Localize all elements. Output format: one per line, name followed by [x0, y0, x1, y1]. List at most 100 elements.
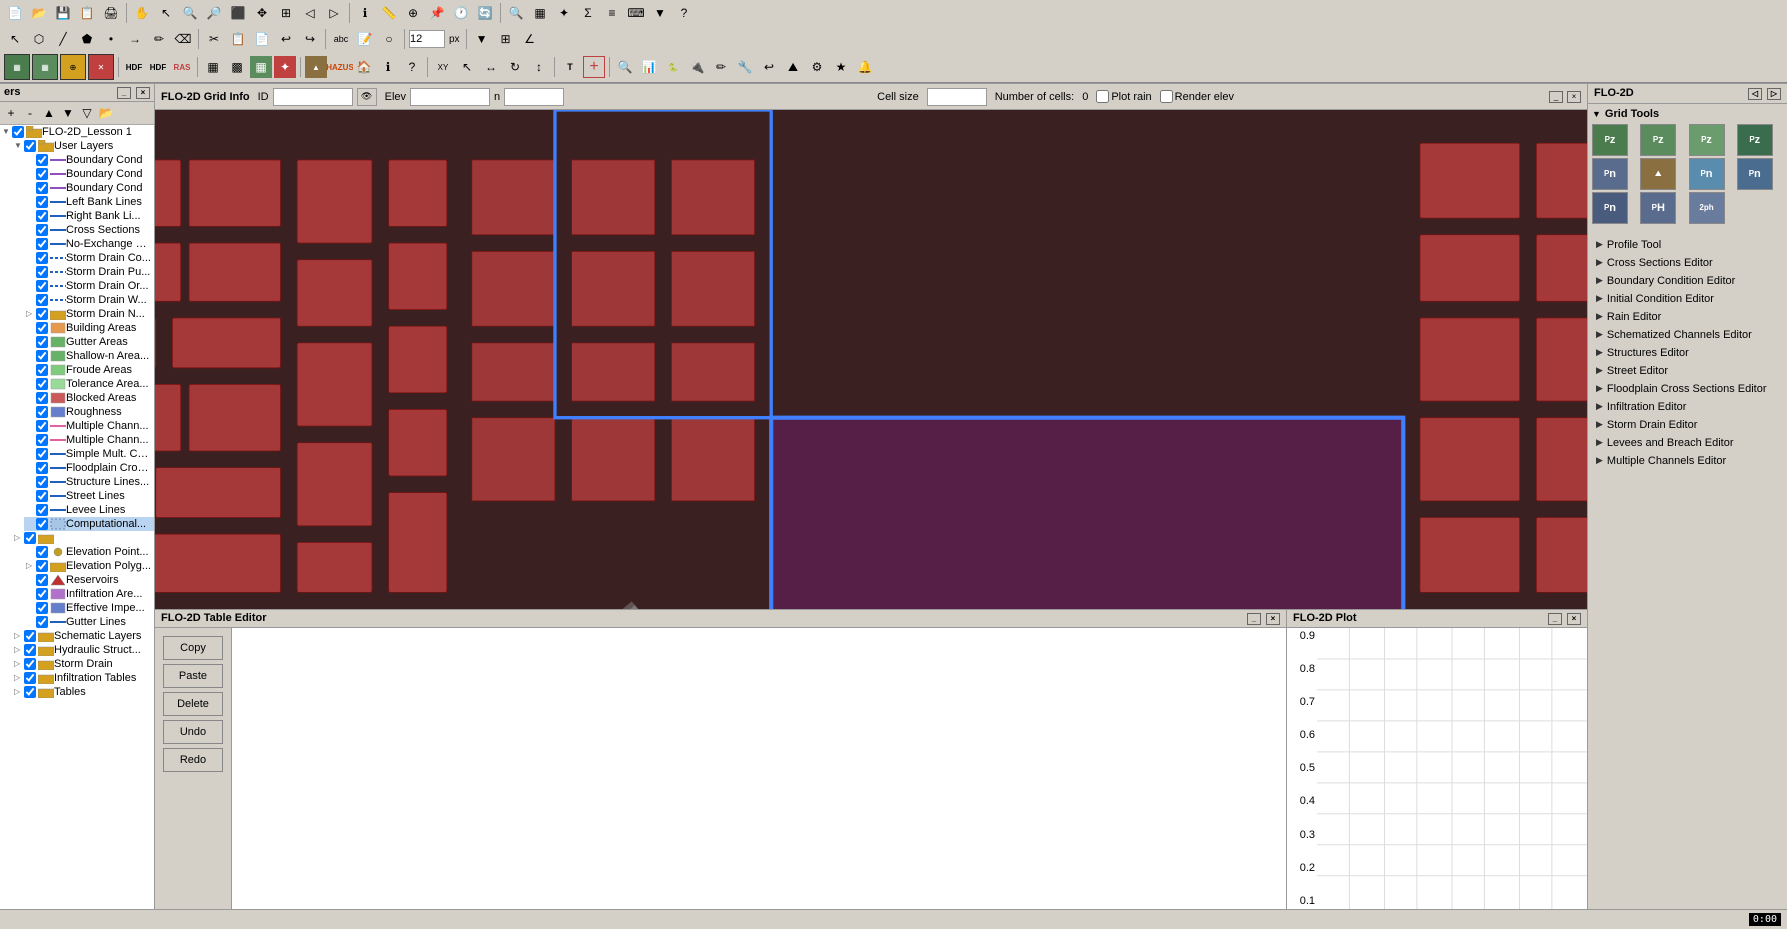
sd-we-checkbox[interactable]	[36, 294, 48, 306]
schematic-checkbox[interactable]	[24, 630, 36, 642]
editor-cross-sections[interactable]: ▶ Cross Sections Editor	[1588, 254, 1787, 272]
layers-open-btn[interactable]: 📂	[97, 104, 115, 122]
refresh-btn[interactable]: 🔄	[474, 2, 496, 24]
noexchange-checkbox[interactable]	[36, 238, 48, 250]
editor-initial[interactable]: ▶ Initial Condition Editor	[1588, 290, 1787, 308]
zoom-all-btn[interactable]: ⊞	[275, 2, 297, 24]
clock-btn[interactable]: 🕐	[450, 2, 472, 24]
copy-btn[interactable]: Copy	[163, 636, 223, 660]
plot-rain-checkbox[interactable]	[1096, 90, 1109, 103]
hand-btn[interactable]: ✋	[131, 2, 153, 24]
blocked-checkbox[interactable]	[36, 392, 48, 404]
select3-btn[interactable]: ↖	[456, 56, 478, 78]
building-checkbox[interactable]	[36, 322, 48, 334]
cell-size-input[interactable]	[927, 88, 987, 106]
ras-btn[interactable]: RAS	[171, 56, 193, 78]
levee-checkbox[interactable]	[36, 504, 48, 516]
scale-btn[interactable]: ↕	[528, 56, 550, 78]
redo-btn[interactable]: ↪	[299, 28, 321, 50]
editor-rain[interactable]: ▶ Rain Editor	[1588, 308, 1787, 326]
hdf-btn2[interactable]: HDF	[147, 56, 169, 78]
root-checkbox[interactable]	[12, 126, 24, 138]
font-size-input[interactable]: 12	[409, 30, 445, 48]
save-btn[interactable]: 💾	[52, 2, 74, 24]
layer-mc2[interactable]: ▷ Multiple Chann...	[24, 433, 154, 447]
grid-tool-btn[interactable]: ▦	[202, 56, 224, 78]
editor-multichannels[interactable]: ▶ Multiple Channels Editor	[1588, 452, 1787, 470]
root-expand[interactable]: ▼	[2, 127, 12, 136]
id-input[interactable]	[273, 88, 353, 106]
elev-input[interactable]	[410, 88, 490, 106]
layer-noexchange[interactable]: ▷ No-Exchange C...	[24, 237, 154, 251]
paste2-btn[interactable]: 📄	[251, 28, 273, 50]
stormdrain-expand[interactable]: ▷	[14, 659, 24, 668]
coord-btn[interactable]: XY	[432, 56, 454, 78]
grid-tool-pnsmall[interactable]: Pn	[1592, 192, 1628, 224]
annotate-btn[interactable]: 📝	[354, 28, 376, 50]
layer-boundary1[interactable]: ▷ Boundary Cond	[24, 153, 154, 167]
layer-rightbank[interactable]: ▷ Right Bank Li...	[24, 209, 154, 223]
layer-cross[interactable]: ▷ Cross Sections	[24, 223, 154, 237]
grid-tool-pz1[interactable]: Pz	[1592, 124, 1628, 156]
editor-schematized[interactable]: ▶ Schematized Channels Editor	[1588, 326, 1787, 344]
inftables-checkbox[interactable]	[24, 672, 36, 684]
layer-group2[interactable]: ▷	[12, 531, 154, 545]
grid-tool-pz4[interactable]: Pz	[1737, 124, 1773, 156]
circle-btn[interactable]: ○	[378, 28, 400, 50]
chart-btn[interactable]: 📊	[638, 56, 660, 78]
layers-remove-btn[interactable]: -	[21, 104, 39, 122]
text-btn[interactable]: T	[559, 56, 581, 78]
topo-btn[interactable]: ▲	[305, 56, 327, 78]
layers-down-btn[interactable]: ▼	[59, 104, 77, 122]
boundary1-checkbox[interactable]	[36, 154, 48, 166]
mc1-checkbox[interactable]	[36, 420, 48, 432]
vertex-btn[interactable]: ⬡	[28, 28, 50, 50]
mc2-checkbox[interactable]	[36, 434, 48, 446]
star2-btn[interactable]: ★	[830, 56, 852, 78]
editor-floodplain-cross[interactable]: ▶ Floodplain Cross Sections Editor	[1588, 380, 1787, 398]
grid-tool-pn3[interactable]: Pn	[1737, 158, 1773, 190]
grid-btn[interactable]: ▦	[529, 2, 551, 24]
effimpe-checkbox[interactable]	[36, 602, 48, 614]
grid-tool4-btn[interactable]: ✦	[274, 56, 296, 78]
street-checkbox[interactable]	[36, 490, 48, 502]
abc-btn[interactable]: abc	[330, 28, 352, 50]
zoom-out-btn[interactable]: 🔎	[203, 2, 225, 24]
computational-checkbox[interactable]	[36, 518, 48, 530]
layer-floodplain[interactable]: ▷ Floodplain Cros...	[24, 461, 154, 475]
elevpoint-checkbox[interactable]	[36, 546, 48, 558]
zoom-prev-btn[interactable]: ◁	[299, 2, 321, 24]
rightbank-checkbox[interactable]	[36, 210, 48, 222]
cut-btn[interactable]: ✂	[203, 28, 225, 50]
cross-checkbox[interactable]	[36, 224, 48, 236]
editor-infiltration[interactable]: ▶ Infiltration Editor	[1588, 398, 1787, 416]
leftbank-checkbox[interactable]	[36, 196, 48, 208]
paste-btn[interactable]: Paste	[163, 664, 223, 688]
undo-btn[interactable]: ↩	[275, 28, 297, 50]
layer-infiltration[interactable]: ▷ Infiltration Are...	[24, 587, 154, 601]
layers-up-btn[interactable]: ▲	[40, 104, 58, 122]
layer-sd-we[interactable]: ▷ Storm Drain W...	[24, 293, 154, 307]
layers-add-btn[interactable]: +	[2, 104, 20, 122]
layer-sd-pu[interactable]: ▷ Storm Drain Pu...	[24, 265, 154, 279]
user-expand[interactable]: ▼	[14, 141, 24, 150]
grid-tool-pn1[interactable]: Pn	[1592, 158, 1628, 190]
hydraulic-checkbox[interactable]	[24, 644, 36, 656]
move2-btn[interactable]: ↔	[480, 56, 502, 78]
boundary2-checkbox[interactable]	[36, 168, 48, 180]
editor-structures[interactable]: ▶ Structures Editor	[1588, 344, 1787, 362]
house-btn[interactable]: 🏠	[353, 56, 375, 78]
point-btn[interactable]: •	[100, 28, 122, 50]
grid-tool2-btn[interactable]: ▩	[226, 56, 248, 78]
layer-reservoirs[interactable]: ▷ Reservoirs	[24, 573, 154, 587]
dropdown-btn[interactable]: ▼	[649, 2, 671, 24]
render-elev-label[interactable]: Render elev	[1160, 90, 1234, 103]
id-eye-btn[interactable]: 👁	[357, 88, 377, 106]
grid-tool-2ph[interactable]: 2ph	[1689, 192, 1725, 224]
plug-btn[interactable]: 🔌	[686, 56, 708, 78]
zoom-box-btn[interactable]: ⬛	[227, 2, 249, 24]
gear-btn[interactable]: ⚙	[806, 56, 828, 78]
elevpoly-expand[interactable]: ▷	[26, 561, 36, 570]
edit2-btn[interactable]: ✏	[710, 56, 732, 78]
undo2-btn[interactable]: ↩	[758, 56, 780, 78]
